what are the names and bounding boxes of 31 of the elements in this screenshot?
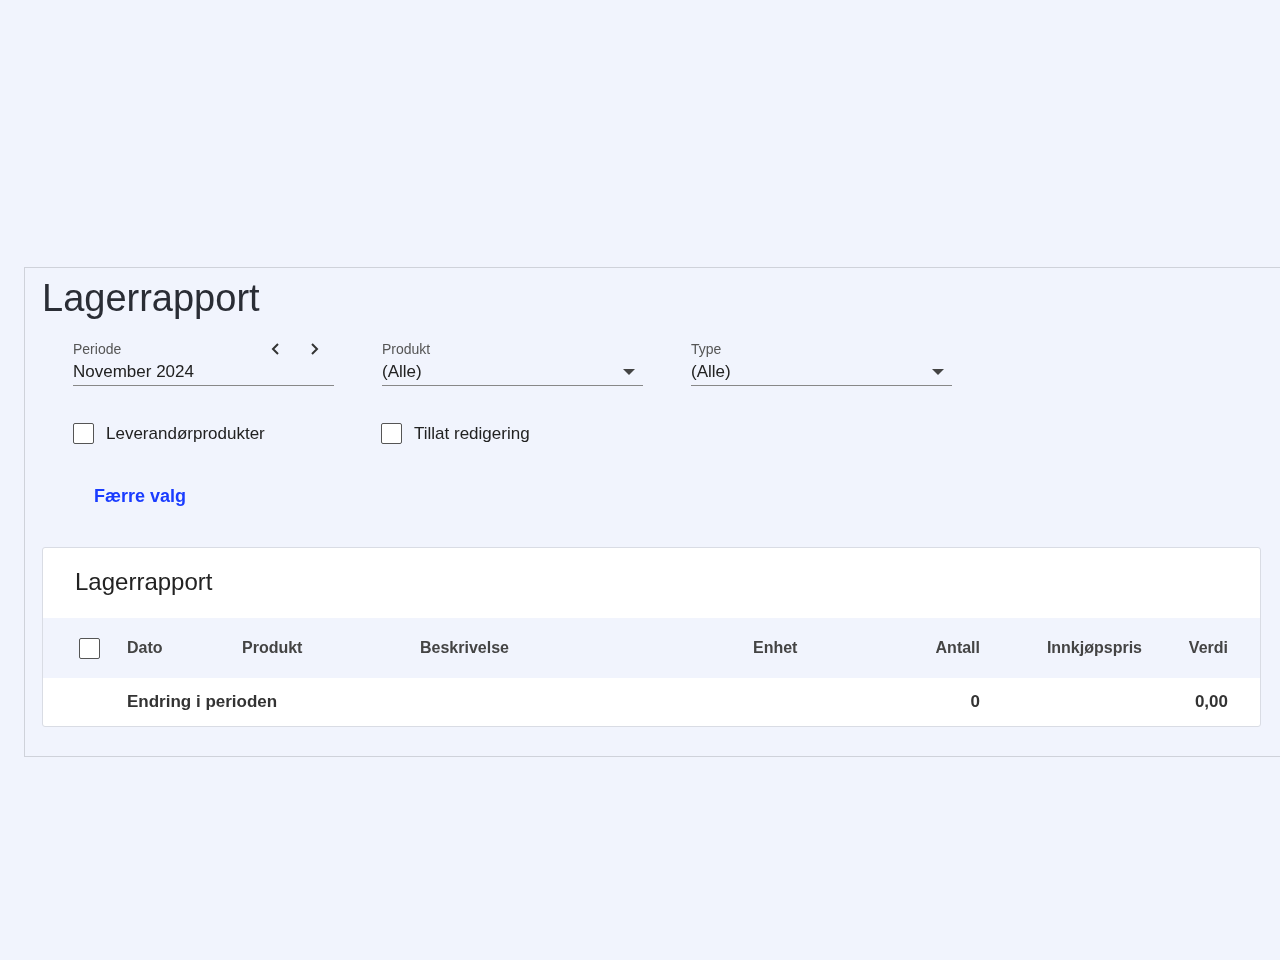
field-label: Type bbox=[691, 341, 723, 357]
checkbox-label: Leverandørprodukter bbox=[106, 423, 265, 444]
select-field[interactable]: Type (Alle) bbox=[691, 340, 952, 386]
select-all-checkbox[interactable] bbox=[79, 637, 100, 659]
table-cell-text: 0,00 bbox=[1193, 692, 1228, 712]
field-value: November 2024 bbox=[73, 362, 194, 382]
checkbox[interactable] bbox=[73, 423, 94, 444]
column-header[interactable]: Enhet bbox=[753, 639, 853, 657]
chevron-right-icon[interactable] bbox=[308, 342, 320, 356]
card-title: Lagerrapport bbox=[74, 567, 214, 597]
chevron-left-icon[interactable] bbox=[270, 342, 282, 356]
field-label: Periode bbox=[73, 341, 123, 357]
column-header[interactable]: Dato bbox=[127, 639, 242, 657]
field-label: Produkt bbox=[382, 341, 432, 357]
column-header[interactable]: Innkjøpspris bbox=[980, 639, 1142, 657]
page-title: Lagerrapport bbox=[42, 276, 261, 320]
dropdown-caret-icon bbox=[623, 369, 635, 375]
field-value: (Alle) bbox=[691, 362, 731, 382]
table-cell-text: Endring i perioden bbox=[127, 692, 279, 712]
select-field[interactable]: Produkt (Alle) bbox=[382, 340, 643, 386]
table-cell-text: 0 bbox=[969, 692, 980, 712]
period-field[interactable]: Periode November 2024 bbox=[73, 340, 334, 386]
checkbox[interactable] bbox=[381, 423, 402, 444]
field-value: (Alle) bbox=[382, 362, 422, 382]
checkbox-label: Tillat redigering bbox=[414, 423, 530, 444]
column-header[interactable]: Produkt bbox=[242, 639, 420, 657]
fewer-options-link[interactable]: Færre valg bbox=[94, 486, 187, 507]
column-header[interactable]: Verdi bbox=[1142, 639, 1228, 657]
dropdown-caret-icon bbox=[932, 369, 944, 375]
column-header[interactable]: Beskrivelse bbox=[420, 639, 753, 657]
column-header[interactable]: Antall bbox=[853, 639, 980, 657]
